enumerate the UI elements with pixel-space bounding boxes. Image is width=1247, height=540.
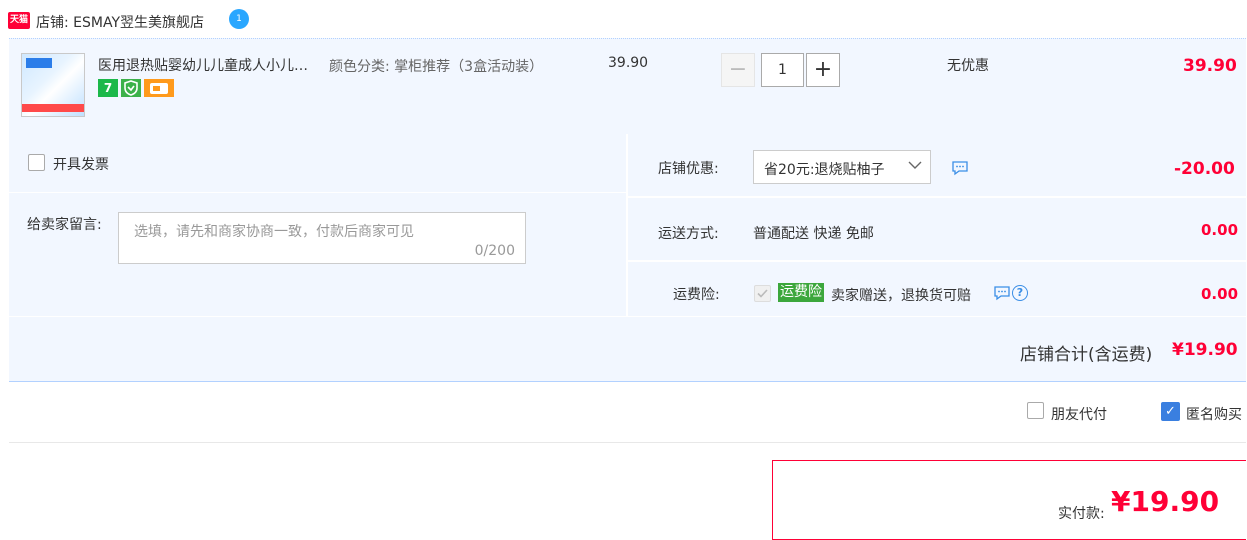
seven-day-return-icon[interactable]: 7 (98, 79, 118, 97)
sku-spec: 颜色分类: 掌柜推荐（3盒活动装） (329, 59, 544, 75)
item-subtotal: 39.90 (1183, 56, 1237, 76)
insurance-checkbox (754, 285, 771, 302)
insurance-label: 运费险: (673, 287, 720, 303)
shop-total-amount: ¥19.90 (1172, 340, 1238, 360)
unit-price: 39.90 (608, 55, 649, 71)
memo-char-count: 0/200 (474, 243, 515, 259)
quantity-decrease-button[interactable]: − (721, 53, 755, 87)
quantity-input[interactable]: 1 (761, 53, 804, 87)
product-thumbnail[interactable] (21, 53, 85, 117)
invoice-label[interactable]: 开具发票 (53, 154, 109, 174)
shop-total-row: 店铺合计(含运费) ¥19.90 (9, 317, 1246, 382)
product-title-link[interactable]: 医用退热贴婴幼儿儿童成人小儿… (98, 55, 308, 75)
chevron-down-icon (908, 161, 922, 169)
friend-pay-checkbox[interactable] (1027, 402, 1044, 419)
shipping-amount: 0.00 (1201, 221, 1239, 239)
pay-amount-label: 实付款: (1058, 506, 1105, 522)
pay-amount: ¥19.90 (1111, 485, 1220, 518)
insurance-icons: ? (993, 285, 1028, 301)
checkmark-icon (757, 289, 768, 298)
section-divider (9, 442, 1246, 443)
insurance-amount: 0.00 (1201, 285, 1239, 303)
thumbnail-bar (22, 104, 84, 112)
credit-card-icon[interactable] (144, 79, 174, 97)
memo-label: 给卖家留言: (27, 217, 102, 233)
friend-pay-label[interactable]: 朋友代付 (1051, 404, 1107, 424)
shop-total-label: 店铺合计(含运费) (1020, 345, 1153, 365)
shipping-method: 普通配送 快递 免邮 (753, 226, 874, 242)
tmall-logo-icon: 天猫 (8, 12, 30, 29)
shop-coupon-label: 店铺优惠: (658, 161, 719, 177)
seller-memo-textarea[interactable]: 选填，请先和商家协商一致，付款后商家可见 0/200 (118, 212, 526, 264)
chat-bubble-icon[interactable] (951, 160, 969, 176)
memo-placeholder: 选填，请先和商家协商一致，付款后商家可见 (134, 224, 414, 240)
shipping-label: 运送方式: (658, 226, 719, 242)
guarantee-shield-icon[interactable] (121, 79, 141, 97)
panel-divider (628, 196, 1246, 198)
help-question-icon[interactable]: ? (1012, 285, 1028, 301)
insurance-tag: 运费险 (778, 283, 824, 302)
item-discount: 无优惠 (947, 58, 989, 74)
coupon-amount: -20.00 (1174, 159, 1235, 179)
insurance-description: 卖家赠送，退换货可赔 (831, 288, 971, 304)
anonymous-purchase-checkbox[interactable]: ✓ (1161, 402, 1180, 421)
cart-item-row: 医用退热贴婴幼儿儿童成人小儿… 7 颜色分类: 掌柜推荐（3盒活动装） 39.9… (9, 38, 1246, 135)
invoice-checkbox[interactable] (28, 154, 45, 171)
shop-name-link[interactable]: 店铺: ESMAY翌生美旗舰店 (36, 12, 204, 32)
anonymous-purchase-label[interactable]: 匿名购买 (1186, 404, 1242, 424)
coupon-selected-value: 省20元:退烧贴柚子 (764, 162, 885, 178)
panel-divider (626, 134, 628, 316)
shop-coupon-select[interactable]: 省20元:退烧贴柚子 (753, 150, 931, 184)
chat-bubble-icon[interactable] (993, 285, 1011, 301)
wangwang-chat-icon[interactable]: 1 (229, 9, 249, 29)
service-badges: 7 (98, 79, 174, 97)
panel-divider (628, 260, 1246, 262)
quantity-increase-button[interactable]: + (806, 53, 840, 87)
shop-header: 天猫 店铺: ESMAY翌生美旗舰店 1 (0, 0, 1247, 38)
thumbnail-tag (26, 58, 52, 68)
payment-summary-box: 实付款: ¥19.90 (772, 460, 1246, 540)
order-options-panel: 开具发票 给卖家留言: 选填，请先和商家协商一致，付款后商家可见 0/200 店… (9, 134, 1246, 316)
